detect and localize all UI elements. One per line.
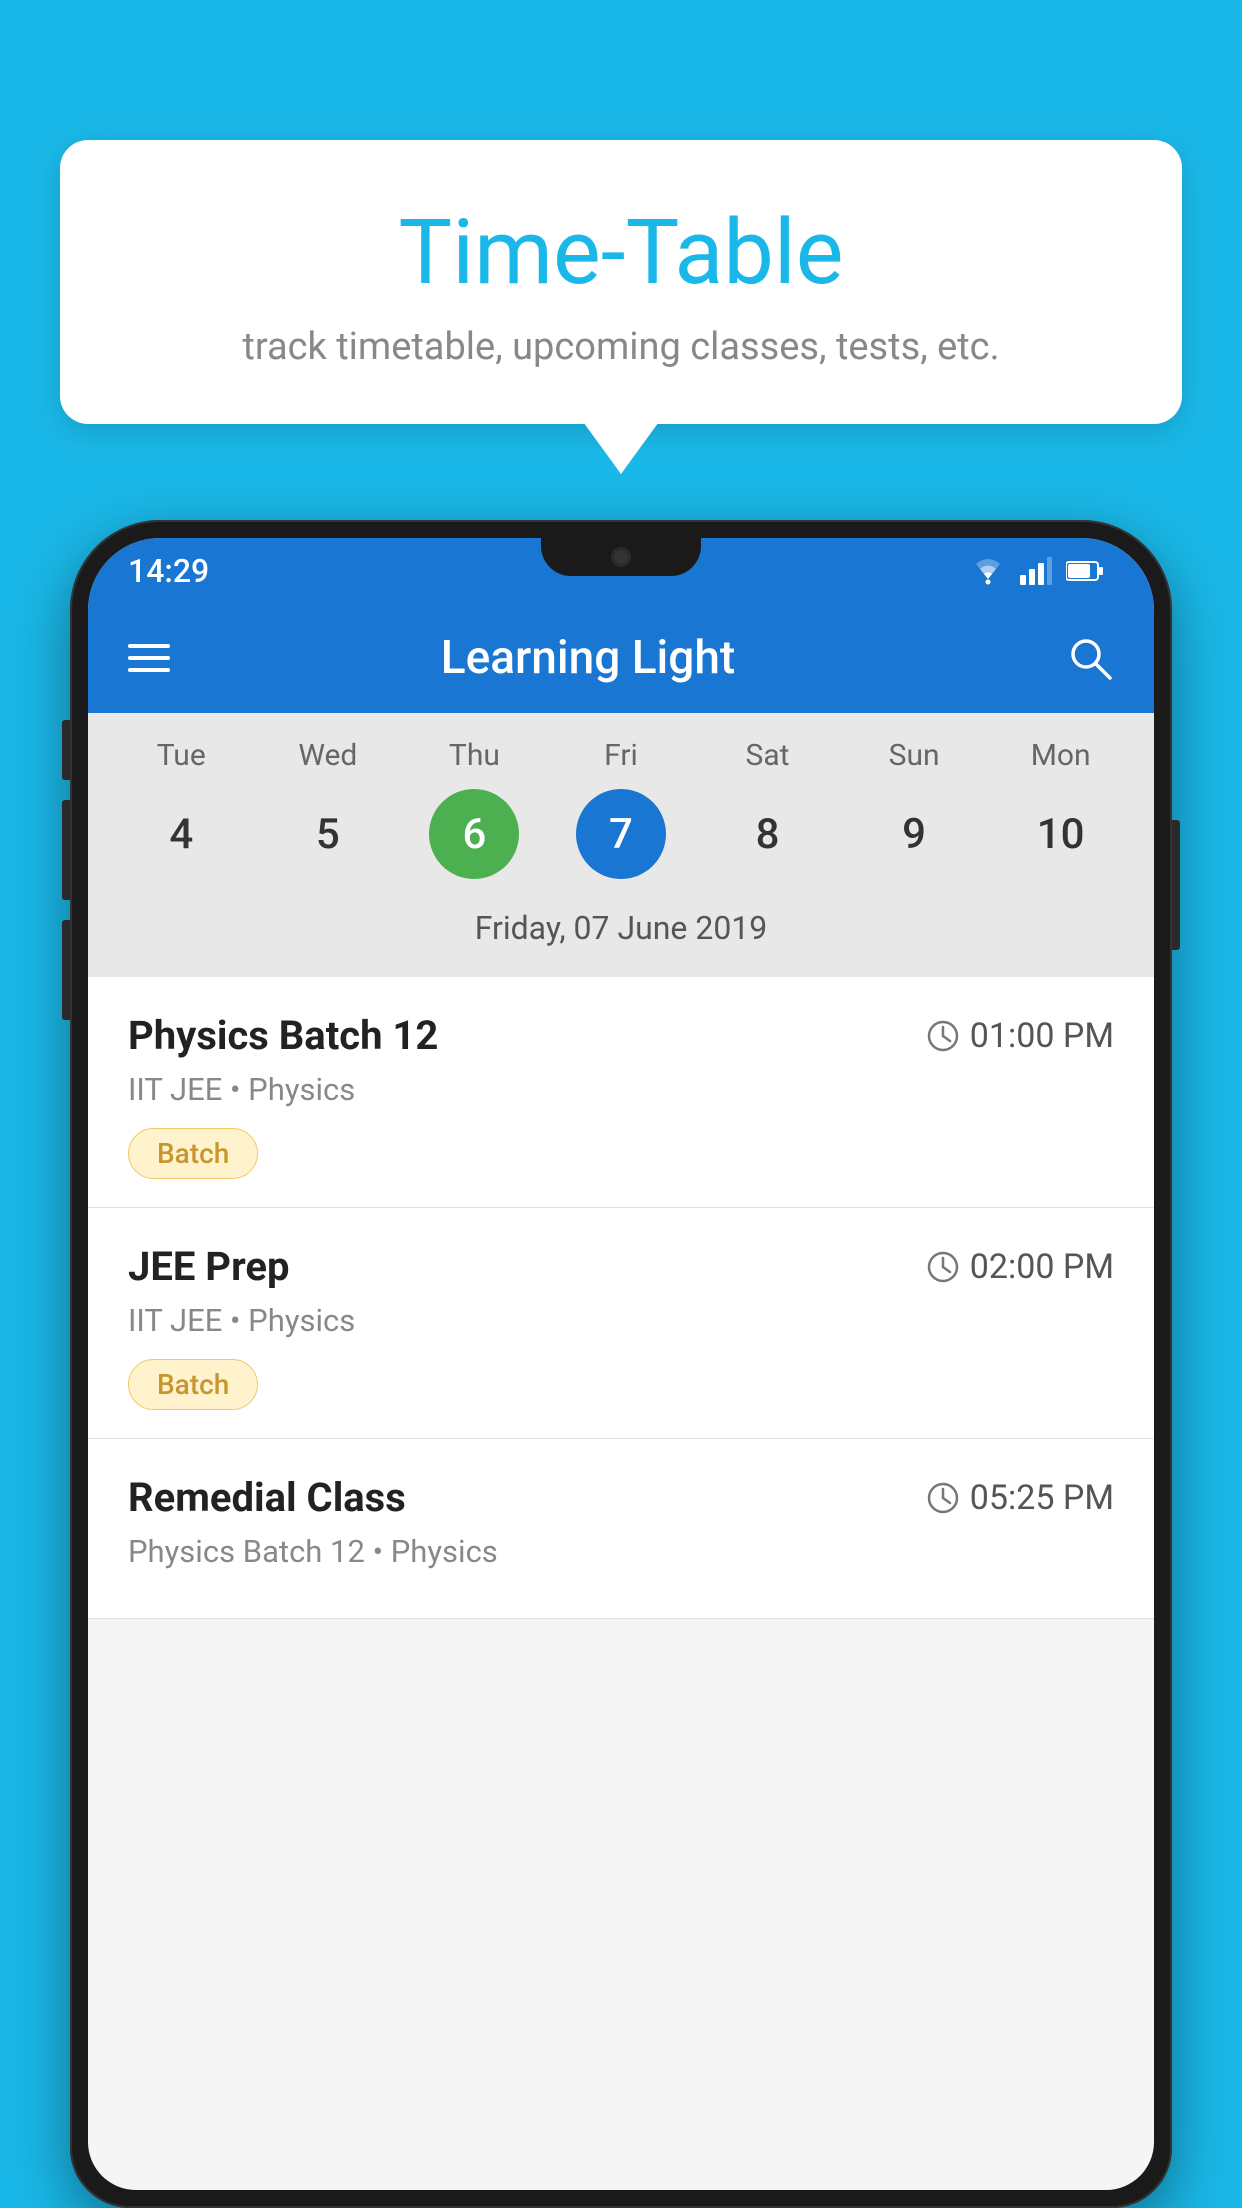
phone-frame: 14:29 bbox=[70, 520, 1172, 2208]
phone-notch bbox=[541, 538, 701, 576]
app-title: Learning Light bbox=[200, 631, 976, 685]
schedule-item-header: Remedial Class 05:25 PM bbox=[128, 1474, 1114, 1521]
calendar-day-tue[interactable]: Tue 4 bbox=[116, 738, 246, 879]
calendar-day-mon[interactable]: Mon 10 bbox=[996, 738, 1126, 879]
menu-button[interactable] bbox=[128, 644, 170, 672]
time-text: 05:25 PM bbox=[970, 1478, 1114, 1518]
day-number: 10 bbox=[1016, 789, 1106, 879]
calendar-day-sat[interactable]: Sat 8 bbox=[703, 738, 833, 879]
status-icons bbox=[970, 557, 1104, 585]
schedule-list: Physics Batch 12 01:00 PM IIT JEE • Physic… bbox=[88, 977, 1154, 1619]
calendar-strip: Tue 4 Wed 5 Thu 6 Fri 7 Sat 8 Sun 9 Mon 10 Friday, 07… bbox=[88, 713, 1154, 977]
schedule-item-time: 05:25 PM bbox=[926, 1478, 1114, 1518]
calendar-day-sun[interactable]: Sun 9 bbox=[849, 738, 979, 879]
schedule-item-subtitle: IIT JEE • Physics bbox=[128, 1071, 1114, 1108]
volume-up-button bbox=[62, 720, 70, 780]
day-number: 6 bbox=[429, 789, 519, 879]
time-text: 01:00 PM bbox=[970, 1016, 1114, 1056]
schedule-item-time: 01:00 PM bbox=[926, 1016, 1114, 1056]
wifi-icon bbox=[970, 557, 1006, 585]
day-name: Thu bbox=[449, 738, 500, 773]
power-button bbox=[1172, 820, 1180, 950]
clock-icon bbox=[926, 1481, 960, 1515]
app-bar: Learning Light bbox=[88, 603, 1154, 713]
battery-icon bbox=[1066, 560, 1104, 582]
batch-badge: Batch bbox=[128, 1128, 258, 1179]
day-number: 5 bbox=[283, 789, 373, 879]
day-number: 9 bbox=[869, 789, 959, 879]
day-name: Wed bbox=[298, 738, 357, 773]
schedule-item-title: JEE Prep bbox=[128, 1243, 289, 1290]
schedule-item-title: Remedial Class bbox=[128, 1474, 406, 1521]
phone-outer: 14:29 bbox=[70, 520, 1172, 2208]
speech-bubble-card: Time-Table track timetable, upcoming cla… bbox=[60, 140, 1182, 424]
batch-badge: Batch bbox=[128, 1359, 258, 1410]
day-name: Mon bbox=[1031, 738, 1091, 773]
signal-icon bbox=[1020, 557, 1052, 585]
day-name: Sun bbox=[889, 738, 940, 773]
timetable-heading: Time-Table bbox=[100, 200, 1142, 305]
schedule-item-title: Physics Batch 12 bbox=[128, 1012, 438, 1059]
timetable-subtitle: track timetable, upcoming classes, tests… bbox=[100, 325, 1142, 369]
schedule-item-header: Physics Batch 12 01:00 PM bbox=[128, 1012, 1114, 1059]
day-number: 4 bbox=[136, 789, 226, 879]
schedule-item-1[interactable]: JEE Prep 02:00 PM IIT JEE • Physics Batch bbox=[88, 1208, 1154, 1439]
silent-button bbox=[62, 920, 70, 1020]
day-name: Fri bbox=[604, 738, 638, 773]
speech-bubble-section: Time-Table track timetable, upcoming cla… bbox=[60, 140, 1182, 424]
schedule-item-2[interactable]: Remedial Class 05:25 PM Physics Batch 12 •… bbox=[88, 1439, 1154, 1619]
phone-screen: 14:29 bbox=[88, 538, 1154, 2190]
calendar-days-row: Tue 4 Wed 5 Thu 6 Fri 7 Sat 8 Sun 9 Mon 10 bbox=[88, 738, 1154, 879]
time-text: 02:00 PM bbox=[970, 1247, 1114, 1287]
search-icon[interactable] bbox=[1066, 634, 1114, 682]
day-name: Sat bbox=[746, 738, 790, 773]
front-camera bbox=[611, 547, 631, 567]
clock-icon bbox=[926, 1250, 960, 1284]
calendar-day-thu[interactable]: Thu 6 bbox=[409, 738, 539, 879]
calendar-day-wed[interactable]: Wed 5 bbox=[263, 738, 393, 879]
calendar-day-fri[interactable]: Fri 7 bbox=[556, 738, 686, 879]
volume-down-button bbox=[62, 800, 70, 900]
day-number: 7 bbox=[576, 789, 666, 879]
schedule-item-0[interactable]: Physics Batch 12 01:00 PM IIT JEE • Physic… bbox=[88, 977, 1154, 1208]
schedule-item-time: 02:00 PM bbox=[926, 1247, 1114, 1287]
day-name: Tue bbox=[157, 738, 206, 773]
day-number: 8 bbox=[723, 789, 813, 879]
schedule-item-subtitle: IIT JEE • Physics bbox=[128, 1302, 1114, 1339]
selected-date-label: Friday, 07 June 2019 bbox=[88, 894, 1154, 967]
schedule-item-header: JEE Prep 02:00 PM bbox=[128, 1243, 1114, 1290]
status-time: 14:29 bbox=[128, 552, 209, 590]
schedule-item-subtitle: Physics Batch 12 • Physics bbox=[128, 1533, 1114, 1570]
clock-icon bbox=[926, 1019, 960, 1053]
